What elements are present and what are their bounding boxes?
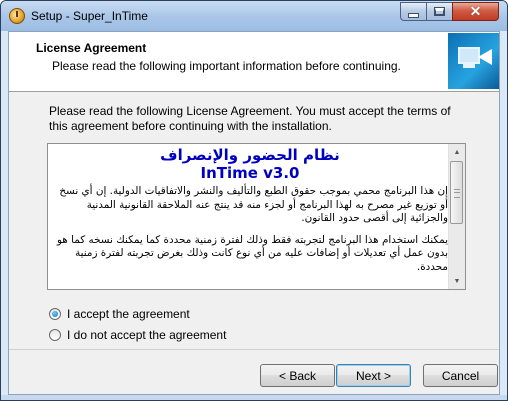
scroll-thumb[interactable]	[450, 161, 463, 224]
scroll-up-arrow-icon[interactable]: ▲	[449, 144, 465, 160]
page-title: License Agreement	[36, 41, 147, 55]
close-button[interactable]: ✕	[452, 2, 499, 21]
accept-agreement-option[interactable]: I accept the agreement	[49, 307, 190, 321]
license-paragraph: يمكنك استخدام هذا البرنامج لتجربته فقط و…	[56, 233, 448, 273]
decline-agreement-option[interactable]: I do not accept the agreement	[49, 328, 226, 342]
setup-app-icon	[9, 8, 25, 24]
window-bottom-frame	[1, 395, 507, 400]
maximize-button[interactable]	[426, 2, 453, 21]
license-scrollbar[interactable]: ▲ ▼	[448, 144, 465, 289]
decline-radio[interactable]	[49, 329, 61, 341]
license-paragraph: إن هذا البرنامج محمي بموجب حقوق الطبع وا…	[59, 185, 448, 224]
monitor-icon	[458, 47, 480, 64]
page-subtitle: Please read the following important info…	[52, 59, 401, 73]
monitor-stand-icon	[463, 64, 475, 68]
close-icon: ✕	[469, 3, 482, 19]
title-bar[interactable]: Setup - Super_InTime ✕	[1, 1, 507, 31]
license-heading: نظام الحضور والإنصراف	[160, 146, 340, 164]
wizard-header: License Agreement Please read the follow…	[9, 32, 499, 92]
maximize-icon	[434, 7, 445, 16]
accept-radio[interactable]	[49, 308, 61, 320]
wizard-page: License Agreement Please read the follow…	[8, 31, 500, 395]
wizard-graphic	[448, 33, 499, 89]
accept-label: I accept the agreement	[67, 307, 190, 321]
cancel-button[interactable]: Cancel	[423, 364, 498, 387]
license-instructions: Please read the following License Agreem…	[49, 104, 451, 133]
minimize-button[interactable]	[400, 2, 427, 21]
back-button[interactable]: < Back	[260, 364, 335, 387]
footer-divider	[9, 349, 499, 350]
window-title: Setup - Super_InTime	[31, 9, 148, 23]
arrow-icon	[478, 49, 492, 65]
license-text-box[interactable]: نظام الحضور والإنصراف InTime v3.0 إن هذا…	[47, 143, 466, 290]
next-button[interactable]: Next >	[336, 364, 411, 387]
grip-icon	[454, 189, 460, 198]
license-version: InTime v3.0	[200, 164, 300, 182]
minimize-icon	[408, 12, 419, 18]
setup-window: Setup - Super_InTime ✕ License Agreement…	[0, 0, 508, 401]
decline-label: I do not accept the agreement	[67, 328, 227, 342]
license-text[interactable]: نظام الحضور والإنصراف InTime v3.0 إن هذا…	[50, 144, 450, 282]
scroll-down-arrow-icon[interactable]: ▼	[449, 273, 465, 289]
